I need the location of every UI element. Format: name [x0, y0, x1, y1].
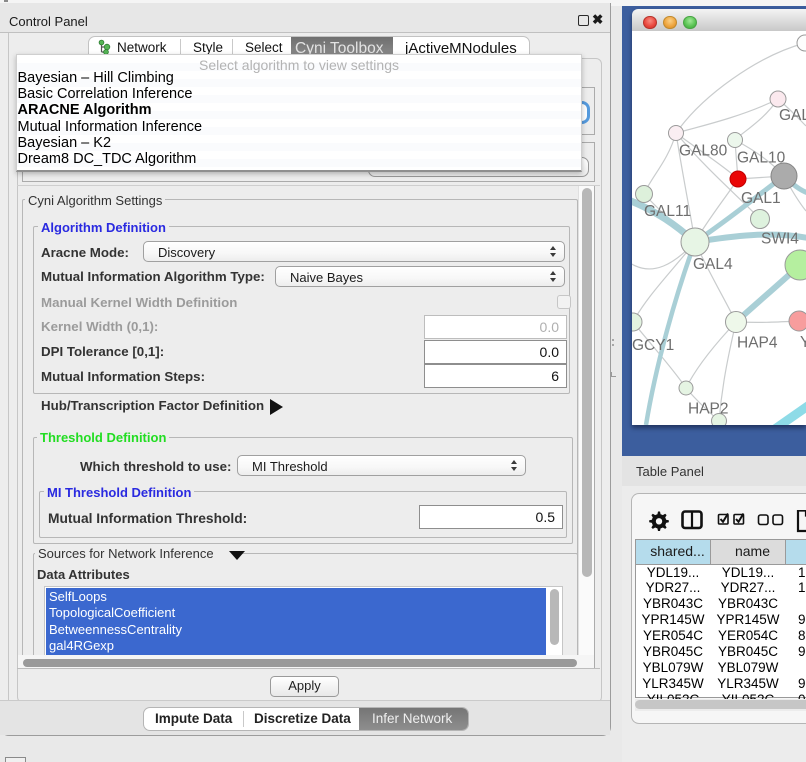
svg-text:GAL4: GAL4 [693, 256, 733, 273]
svg-text:GAL11: GAL11 [644, 203, 691, 220]
svg-text:HAP4: HAP4 [737, 335, 778, 352]
svg-text:YM: YM [800, 334, 806, 351]
svg-text:GAL10: GAL10 [737, 150, 786, 167]
svg-text:HAP2: HAP2 [688, 401, 729, 418]
svg-text:GAL1: GAL1 [741, 190, 781, 207]
svg-text:GCY1: GCY1 [632, 337, 674, 354]
svg-text:GAL7: GAL7 [779, 107, 806, 124]
svg-text:SWI4: SWI4 [761, 231, 799, 248]
svg-text:GAL80: GAL80 [679, 143, 728, 160]
